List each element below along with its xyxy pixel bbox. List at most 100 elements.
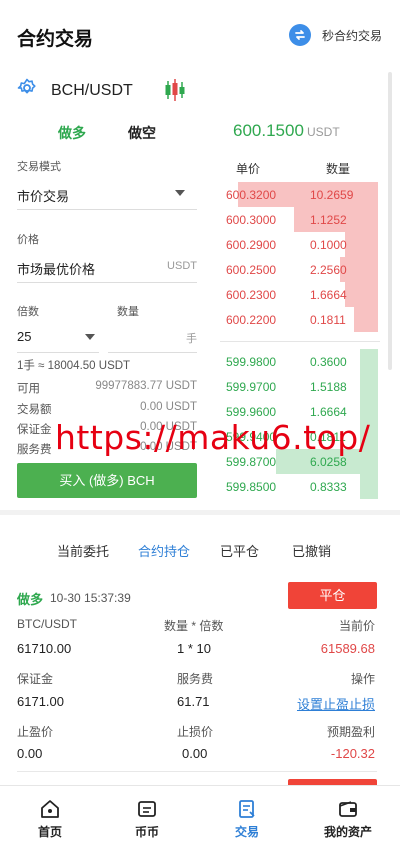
order-qty: 1.1252: [310, 213, 347, 227]
order-qty: 2.2560: [310, 263, 347, 277]
lot-hint: 1手 ≈ 18004.50 USDT: [17, 357, 197, 373]
leverage-value: 25: [17, 329, 32, 344]
open-price: 61710.00: [17, 641, 72, 656]
pair-name: BCH/USDT: [51, 81, 133, 99]
tab-closed[interactable]: 已平仓: [220, 541, 259, 560]
depth-bar: [345, 232, 378, 257]
position-divider: [17, 771, 377, 772]
nav-trade-label: 交易: [234, 825, 259, 839]
ask-row[interactable]: 600.3000 1.1252: [226, 207, 378, 232]
bid-row[interactable]: 599.9800 0.3600: [226, 349, 378, 374]
last-price-unit: USDT: [307, 125, 340, 139]
switch-label: 秒合约交易: [321, 28, 382, 43]
page-title: 合约交易: [17, 29, 94, 50]
ask-row[interactable]: 600.2900 0.1000: [226, 232, 378, 257]
chevron-down-icon: [175, 190, 185, 196]
wallet-icon: [339, 801, 357, 817]
order-qty: 0.1000: [310, 238, 347, 252]
nav-assets-label: 我的资产: [323, 825, 372, 839]
amount-row: 交易额 0.00 USDT: [17, 401, 197, 417]
bottom-nav: 首页 币币 交易 我的资产: [0, 785, 400, 855]
order-qty: 1.6664: [310, 405, 347, 419]
candlestick-icon[interactable]: [164, 78, 186, 107]
take-profit-value: 0.00: [17, 746, 43, 761]
margin-label: 保证金: [17, 424, 52, 436]
fee-label: 服务费: [17, 444, 52, 456]
qty-leverage-label: 数量 * 倍数: [164, 619, 224, 633]
qty-leverage-value: 1 * 10: [177, 641, 211, 656]
order-price: 600.3200: [226, 188, 277, 202]
watermark-url: https://maku6.top/: [55, 418, 371, 457]
quantity-label: 数量: [117, 306, 139, 318]
order-price: 599.9800: [226, 355, 277, 369]
nav-home[interactable]: 首页: [0, 786, 100, 855]
leverage-label: 倍数: [17, 306, 39, 318]
price-label: 价格: [17, 234, 39, 246]
tab-short[interactable]: 做空: [128, 123, 156, 143]
current-price-label: 当前价: [338, 619, 375, 633]
scrollbar[interactable]: [388, 72, 392, 370]
nav-assets[interactable]: 我的资产: [298, 786, 398, 855]
tab-long[interactable]: 做多: [58, 123, 86, 143]
lot-hint-text: 1手 ≈ 18004.50 USDT: [17, 360, 131, 372]
order-price: 600.2900: [226, 238, 277, 252]
switch-seconds-contract[interactable]: 秒合约交易: [288, 24, 382, 46]
price-value: 市场最优价格: [17, 262, 96, 277]
order-price: 599.9700: [226, 380, 277, 394]
ask-row[interactable]: 600.2200 0.1811: [226, 307, 378, 332]
order-qty: 10.2659: [310, 188, 354, 202]
header: 合约交易 秒合约交易: [0, 0, 400, 66]
price-unit: USDT: [167, 260, 197, 272]
available-value: 99977883.77 USDT: [95, 380, 197, 392]
stop-loss-value: 0.00: [182, 746, 208, 761]
take-profit-label: 止盈价: [17, 725, 54, 739]
orderbook-price-header: 单价: [236, 162, 261, 176]
nav-spot-label: 币币: [134, 825, 159, 839]
order-price: 599.8700: [226, 455, 277, 469]
leverage-select[interactable]: 25: [17, 323, 99, 353]
position-direction: 做多: [17, 592, 44, 607]
amount-value: 0.00 USDT: [140, 401, 197, 413]
bid-row[interactable]: 599.9700 1.5188: [226, 374, 378, 399]
bid-row[interactable]: 599.8500 0.8333: [226, 474, 378, 499]
tab-open-orders[interactable]: 当前委托: [57, 541, 109, 560]
close-position-button[interactable]: 平仓: [288, 582, 377, 609]
order-qty: 0.3600: [310, 355, 347, 369]
order-price: 600.3000: [226, 213, 277, 227]
buy-long-button[interactable]: 买入 (做多) BCH: [17, 463, 197, 498]
quantity-input[interactable]: 手: [108, 323, 197, 353]
ask-row[interactable]: 600.3200 10.2659: [226, 182, 378, 207]
amount-label: 交易额: [17, 404, 52, 416]
tab-positions[interactable]: 合约持仓: [138, 541, 190, 560]
tab-cancelled[interactable]: 已撤销: [292, 541, 331, 560]
depth-bar: [360, 349, 378, 374]
position-fee-label: 服务费: [177, 672, 214, 686]
trade-mode-label: 交易模式: [17, 161, 61, 173]
depth-bar: [360, 374, 378, 399]
order-price: 599.8500: [226, 480, 277, 494]
nav-home-label: 首页: [37, 825, 62, 839]
home-icon: [41, 800, 59, 818]
nav-trade[interactable]: 交易: [197, 786, 297, 855]
trade-doc-icon: [239, 800, 255, 818]
nav-spot[interactable]: 币币: [97, 786, 197, 855]
ask-row[interactable]: 600.2500 2.2560: [226, 257, 378, 282]
last-price: 600.1500: [233, 121, 304, 140]
set-tp-sl-link[interactable]: 设置止盈止损: [297, 694, 375, 713]
order-price: 600.2300: [226, 288, 277, 302]
ask-row[interactable]: 600.2300 1.6664: [226, 282, 378, 307]
available-row: 可用 99977883.77 USDT: [17, 380, 197, 396]
trade-mode-value: 市价交易: [17, 189, 70, 204]
operation-label: 操作: [350, 672, 375, 686]
trade-mode-select[interactable]: 市价交易: [17, 180, 197, 210]
price-field[interactable]: 市场最优价格 USDT: [17, 253, 197, 283]
depth-bar: [360, 474, 378, 499]
quantity-unit: 手: [186, 333, 197, 345]
gear-icon[interactable]: [17, 78, 37, 103]
pair-selector[interactable]: BCH/USDT: [17, 78, 133, 103]
position-fee-value: 61.71: [177, 694, 210, 709]
position-margin-value: 6171.00: [17, 694, 64, 709]
order-qty: 1.6664: [310, 288, 347, 302]
pair-label: BTC/USDT: [17, 617, 77, 631]
expected-pnl-value: -120.32: [330, 746, 375, 761]
